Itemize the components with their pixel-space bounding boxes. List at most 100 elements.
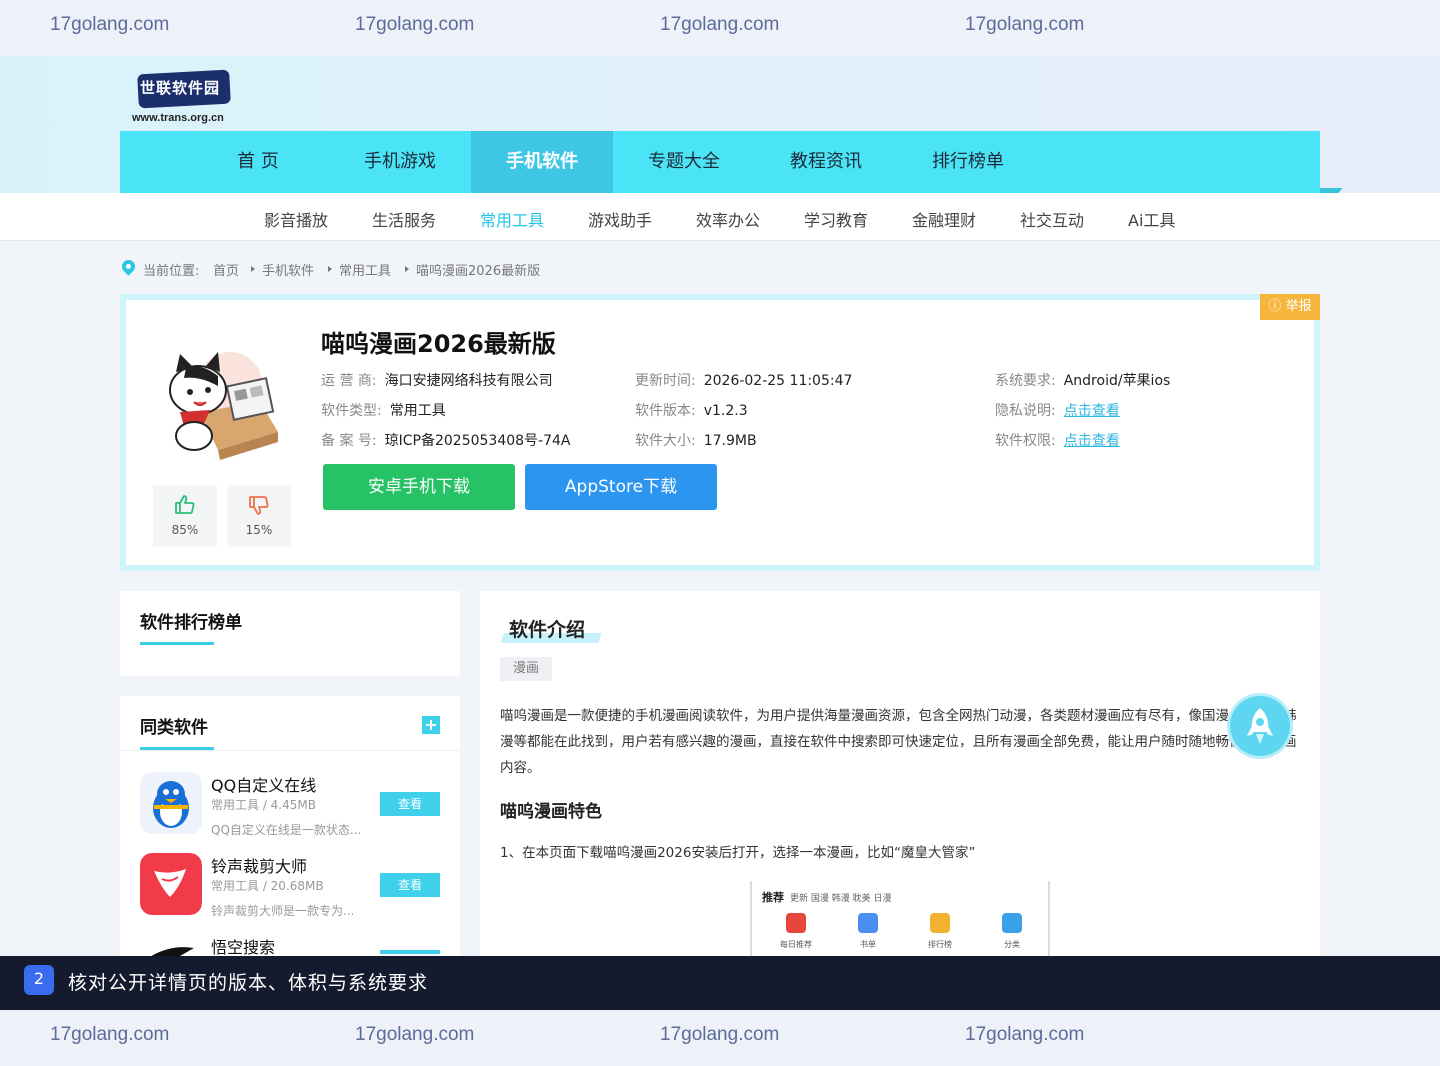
instruction-banner: 2 核对公开详情页的版本、体积与系统要求 (0, 956, 1440, 1010)
subnav-item[interactable]: 金融理财 (912, 207, 976, 231)
meta-key: 隐私说明: (995, 403, 1056, 419)
list-item[interactable]: 铃声裁剪大师 常用工具 / 20.68MB 铃声裁剪大师是一款专为... 查看 (140, 853, 440, 931)
subnav-item[interactable]: 游戏助手 (588, 207, 652, 231)
app-screenshot: 推荐 更新 国漫 韩漫 耽美 日漫 每日推荐 书单 排行榜 分类 (750, 881, 1050, 961)
qq-penguin-icon (140, 772, 202, 834)
meta-key: 系统要求: (995, 373, 1056, 389)
subnav-item[interactable]: 生活服务 (372, 207, 436, 231)
item-info: 常用工具 / 20.68MB (211, 879, 324, 893)
breadcrumb-link[interactable]: 手机软件 (262, 260, 314, 279)
expand-plus-icon[interactable]: + (422, 716, 440, 734)
watermark-bar-top: 17golang.com 17golang.com 17golang.com 1… (0, 0, 1440, 56)
meta-permission: 软件权限: 点击查看 (995, 430, 1120, 450)
divider (120, 750, 460, 751)
android-download-button[interactable]: 安卓手机下载 (323, 464, 515, 510)
meta-system: 系统要求: Android/苹果ios (995, 370, 1170, 390)
back-to-top-button[interactable] (1230, 696, 1290, 756)
meta-key: 软件权限: (995, 433, 1056, 449)
watermark: 17golang.com (965, 14, 1085, 35)
subnav-item[interactable]: Ai工具 (1128, 207, 1175, 231)
breadcrumb-prefix: 当前位置: (143, 264, 200, 279)
meta-value: 琼ICP备2025053408号-74A (384, 433, 571, 449)
watermark: 17golang.com (50, 1024, 170, 1045)
nav-item-tutorials[interactable]: 教程资讯 (755, 131, 897, 193)
app-detail-card: ⓘ 举报 85% 15% 喵呜漫画2026最新版 运 营 商: 海口安捷网络科技有… (120, 294, 1320, 571)
ranking-panel: 软件排行榜单 (120, 591, 460, 676)
title-underline (140, 642, 214, 645)
meta-key: 软件版本: (635, 403, 696, 419)
meta-value: 17.9MB (703, 433, 757, 449)
watermark: 17golang.com (660, 14, 780, 35)
vote-down-button[interactable]: 15% (227, 485, 291, 547)
breadcrumb-link[interactable]: 常用工具 (339, 260, 391, 279)
intro-title: 软件介绍 (509, 619, 586, 641)
ringtone-cutter-icon (140, 853, 202, 915)
item-desc: 铃声裁剪大师是一款专为... (211, 904, 355, 918)
meta-privacy: 隐私说明: 点击查看 (995, 400, 1120, 420)
category-tag[interactable]: 漫画 (500, 657, 552, 681)
similar-panel: 同类软件 + QQ自定义在线 常用工具 / 4.45MB QQ自定义在线是一款状… (120, 696, 460, 956)
app-icon-cat (169, 352, 278, 460)
meta-key: 运 营 商: (321, 373, 377, 389)
meta-key: 备 案 号: (321, 433, 377, 449)
view-button[interactable]: 查看 (380, 792, 440, 816)
intro-panel: 软件介绍 漫画 喵呜漫画是一款便捷的手机漫画阅读软件，为用户提供海量漫画资源，包… (480, 591, 1320, 1011)
nav-item-software[interactable]: 手机软件 (471, 131, 613, 193)
screenshot-tab-list: 更新 国漫 韩漫 耽美 日漫 (790, 894, 892, 904)
subnav-item-active[interactable]: 常用工具 (480, 207, 544, 231)
nav-item-home[interactable]: 首 页 (187, 131, 329, 193)
step-number-badge: 2 (24, 965, 54, 995)
subnav-item[interactable]: 效率办公 (696, 207, 760, 231)
screenshot-item: 每日推荐 (766, 913, 826, 950)
subnav-item[interactable]: 社交互动 (1020, 207, 1084, 231)
vote-up-percent: 85% (171, 523, 199, 537)
breadcrumb-arrow-icon (328, 266, 332, 272)
nav-item-games[interactable]: 手机游戏 (329, 131, 471, 193)
appstore-download-button[interactable]: AppStore下载 (525, 464, 717, 510)
screenshot-item-label: 分类 (1004, 940, 1020, 949)
subnav-item[interactable]: 学习教育 (804, 207, 868, 231)
watermark: 17golang.com (660, 1024, 780, 1045)
features-title: 喵呜漫画特色 (500, 802, 602, 822)
thumbs-up-icon (175, 495, 195, 514)
screenshot-item-label: 排行榜 (928, 940, 952, 949)
view-button[interactable] (380, 950, 440, 954)
watermark: 17golang.com (355, 14, 475, 35)
screenshot-item-label: 书单 (860, 940, 876, 949)
vote-up-button[interactable]: 85% (153, 485, 217, 547)
list-item[interactable]: 悟空搜索 (140, 934, 440, 956)
location-pin-icon (119, 257, 138, 276)
site-logo[interactable]: 世联软件园 www.trans.org.cn (132, 68, 242, 130)
wukong-search-icon (140, 934, 202, 956)
similar-title: 同类软件 (140, 718, 208, 738)
report-label: 举报 (1285, 299, 1312, 314)
booklist-icon (858, 913, 878, 933)
thumbs-down-icon (249, 496, 269, 515)
meta-version: 软件版本: v1.2.3 (635, 400, 748, 420)
screenshot-item: 书单 (838, 913, 898, 950)
daily-icon (786, 913, 806, 933)
watermark-bar-bottom: 17golang.com 17golang.com 17golang.com 1… (0, 1010, 1440, 1066)
nav-item-topics[interactable]: 专题大全 (613, 131, 755, 193)
list-item[interactable]: QQ自定义在线 常用工具 / 4.45MB QQ自定义在线是一款状态... 查看 (140, 772, 440, 850)
breadcrumb-link[interactable]: 首页 (213, 260, 239, 279)
app-title: 喵呜漫画2026最新版 (321, 330, 556, 358)
permission-link[interactable]: 点击查看 (1064, 433, 1120, 449)
item-name: QQ自定义在线 (211, 776, 317, 795)
screenshot-tabs: 推荐 更新 国漫 韩漫 耽美 日漫 (762, 889, 891, 905)
item-info: 常用工具 / 4.45MB (211, 798, 316, 812)
sub-nav: 影音播放 生活服务 常用工具 游戏助手 效率办公 学习教育 金融理财 社交互动 … (0, 193, 1440, 241)
vote-down-percent: 15% (245, 523, 273, 537)
nav-item-ranking[interactable]: 排行榜单 (897, 131, 1039, 193)
report-button[interactable]: ⓘ 举报 (1260, 294, 1320, 320)
subnav-item[interactable]: 影音播放 (264, 207, 328, 231)
watermark: 17golang.com (355, 1024, 475, 1045)
item-name: 悟空搜索 (211, 938, 276, 956)
trophy-icon (930, 913, 950, 933)
privacy-link[interactable]: 点击查看 (1064, 403, 1120, 419)
view-button[interactable]: 查看 (380, 873, 440, 897)
screenshot-item: 分类 (982, 913, 1042, 950)
meta-size: 软件大小: 17.9MB (635, 430, 757, 450)
meta-key: 软件类型: (321, 403, 382, 419)
meta-icp: 备 案 号: 琼ICP备2025053408号-74A (321, 430, 571, 450)
